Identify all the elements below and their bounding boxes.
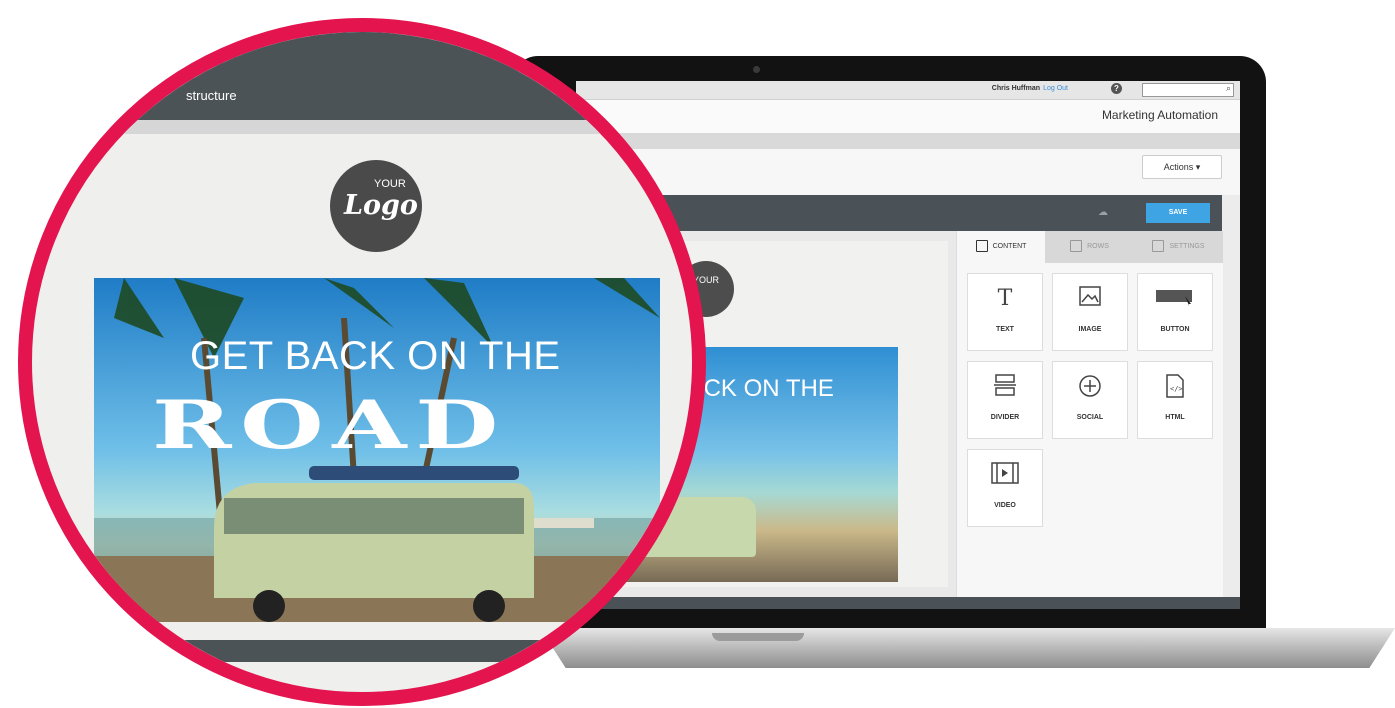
cloud-save-icon[interactable]: ☁	[1098, 207, 1112, 218]
hero-headline-line2: ROAD	[152, 386, 507, 464]
tab-settings-label: SETTINGS	[1169, 243, 1205, 250]
social-icon	[1053, 374, 1127, 404]
button-icon	[1138, 286, 1212, 312]
html-icon: </>	[1138, 374, 1212, 404]
hero-image[interactable]: GET BACK ON THE ROAD	[94, 278, 660, 622]
app-title: Marketing Automation	[1101, 108, 1218, 122]
tab-content-label: CONTENT	[992, 243, 1027, 250]
magnified-bottom-bar	[32, 640, 692, 662]
image-icon	[1053, 286, 1127, 312]
block-html[interactable]: </> HTML	[1137, 361, 1213, 439]
action-bar: Actions ▾	[576, 149, 1240, 195]
block-html-label: HTML	[1165, 414, 1185, 421]
tab-settings[interactable]: SETTINGS	[1134, 231, 1223, 263]
block-image-label: IMAGE	[1078, 326, 1102, 333]
content-sidebar: CONTENT ROWS SETTINGS T TEXT IMAGE BUTTO…	[956, 231, 1223, 597]
rows-icon	[1070, 240, 1083, 253]
magnifier-circle: structure YOUR Logo GET BACK ON THE ROAD	[18, 18, 706, 706]
block-button[interactable]: BUTTON	[1137, 273, 1213, 351]
divider-strip	[576, 133, 1240, 149]
bottom-bar	[576, 597, 1240, 609]
block-social[interactable]: SOCIAL	[1052, 361, 1128, 439]
svg-text:</>: </>	[1170, 385, 1183, 393]
save-button[interactable]: SAVE	[1146, 203, 1210, 223]
block-text[interactable]: T TEXT	[967, 273, 1043, 351]
block-social-label: SOCIAL	[1076, 414, 1104, 421]
magnified-header-strip	[32, 120, 692, 134]
sidebar-tabs: CONTENT ROWS SETTINGS	[957, 231, 1223, 263]
magnified-header: structure	[32, 32, 692, 120]
help-icon[interactable]: ?	[1111, 83, 1122, 94]
logout-link[interactable]: Log Out	[1043, 85, 1068, 92]
divider-icon	[968, 374, 1042, 402]
block-video-label: VIDEO	[994, 502, 1016, 509]
tab-content[interactable]: CONTENT	[957, 231, 1045, 263]
block-text-label: TEXT	[996, 326, 1014, 333]
block-image[interactable]: IMAGE	[1052, 273, 1128, 351]
logo-your-text: YOUR	[374, 178, 406, 190]
settings-icon	[1152, 240, 1165, 253]
tab-rows[interactable]: ROWS	[1045, 231, 1134, 263]
tab-rows-label: ROWS	[1087, 243, 1109, 250]
text-icon: T	[997, 286, 1013, 311]
user-name: Chris Huffman	[991, 85, 1040, 92]
block-video[interactable]: VIDEO	[967, 449, 1043, 527]
hero-headline-line1: GET BACK ON THE	[190, 334, 561, 378]
search-input[interactable]: ⌕	[1142, 83, 1234, 97]
logo-script-text: Logo	[344, 190, 418, 221]
grid-icon	[975, 240, 988, 253]
block-divider-label: DIVIDER	[990, 414, 1020, 421]
magnified-header-title: structure	[186, 88, 237, 103]
video-icon	[968, 462, 1042, 490]
camera-dot	[753, 66, 760, 73]
block-divider[interactable]: DIVIDER	[967, 361, 1043, 439]
laptop-notch	[712, 633, 804, 641]
search-icon[interactable]: ⌕	[1226, 83, 1231, 94]
logo-badge: YOUR Logo	[330, 160, 422, 252]
block-button-label: BUTTON	[1160, 326, 1190, 333]
actions-dropdown[interactable]: Actions ▾	[1142, 155, 1222, 179]
